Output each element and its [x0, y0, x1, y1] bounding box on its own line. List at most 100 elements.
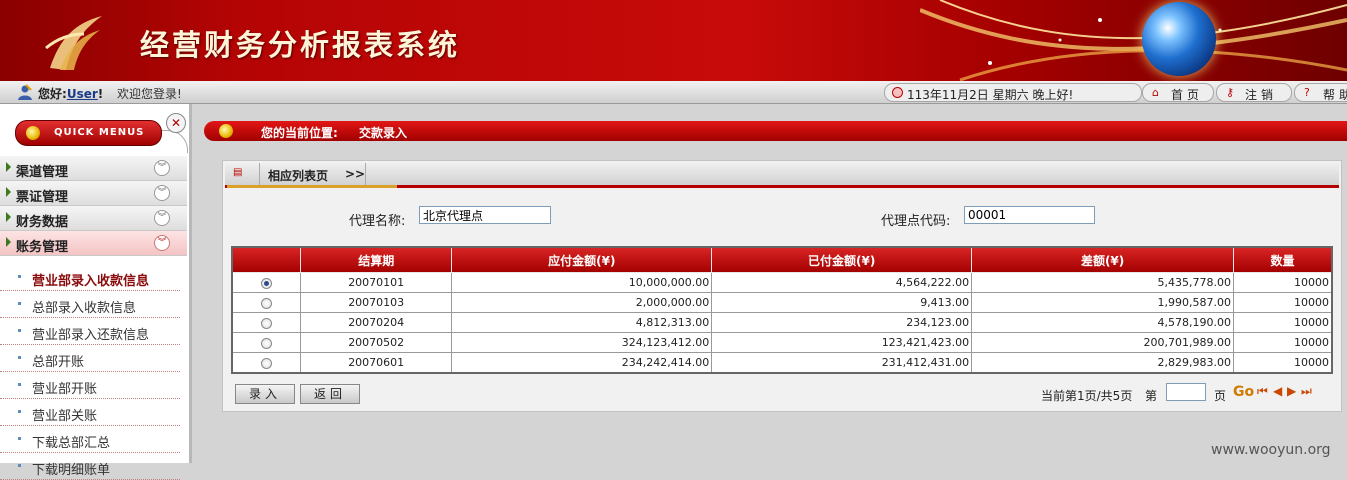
bullet-icon	[18, 329, 21, 332]
help-icon: ?	[1304, 86, 1310, 99]
table-row[interactable]: 20070101 10,000,000.00 4,564,222.00 5,43…	[231, 272, 1333, 293]
sidebar-item-branch-repayment[interactable]: 营业部录入还款信息	[0, 318, 180, 345]
sidebar-item-branch-receipt[interactable]: 营业部录入收款信息	[0, 264, 180, 291]
home-icon: ⌂	[1152, 86, 1159, 99]
cell-period: 20070101	[300, 272, 453, 293]
go-button[interactable]: Go	[1233, 384, 1254, 400]
bullet-icon	[18, 464, 21, 467]
cell-qty: 10000	[1233, 272, 1333, 293]
cell-qty: 10000	[1233, 352, 1333, 374]
agent-code-label: 代理点代码:	[881, 214, 951, 229]
logout-button[interactable]: ⚷ 注销	[1216, 83, 1292, 102]
col-payable: 应付金额(¥)	[451, 246, 713, 273]
cell-qty: 10000	[1233, 332, 1333, 353]
agent-code-field[interactable]	[964, 206, 1095, 224]
chevron-down-icon: ︾	[154, 185, 170, 201]
tab-list-page[interactable]: 相应列表页	[268, 167, 328, 184]
row-select[interactable]	[231, 352, 302, 374]
table-row[interactable]: 20070502 324,123,412.00 123,421,423.00 2…	[231, 332, 1333, 353]
col-period: 结算期	[300, 246, 453, 273]
agent-name-label: 代理名称:	[349, 214, 406, 229]
quick-menu-decoration	[160, 130, 188, 153]
cell-diff: 200,701,989.00	[971, 332, 1235, 353]
chevron-down-icon: ︾	[154, 235, 170, 251]
col-select	[231, 246, 302, 273]
cell-paid: 9,413.00	[711, 292, 973, 313]
cell-payable: 324,123,412.00	[451, 332, 713, 353]
row-select[interactable]	[231, 312, 302, 333]
table-row[interactable]: 20070204 4,812,313.00 234,123.00 4,578,1…	[231, 312, 1333, 333]
col-qty: 数量	[1233, 246, 1333, 273]
clock-icon	[892, 87, 903, 98]
menu-category-tickets[interactable]: 票证管理 ︾	[0, 181, 187, 206]
row-select[interactable]	[231, 332, 302, 353]
pager-prefix: 第	[1145, 389, 1158, 403]
agent-name-field[interactable]	[419, 206, 551, 224]
cell-paid: 4,564,222.00	[711, 272, 973, 293]
sidebar: QUICK MENUS ✕ 渠道管理 ︾ 票证管理 ︾ 财务数据 ︾ 账务管理 …	[0, 104, 192, 480]
pager-suffix: 页	[1214, 389, 1227, 403]
sidebar-item-branch-open[interactable]: 营业部开账	[0, 372, 180, 399]
header-banner: 经营财务分析报表系统	[0, 0, 1347, 81]
sidebar-item-branch-close[interactable]: 营业部关账	[0, 399, 180, 426]
home-button[interactable]: ⌂ 首页	[1142, 83, 1214, 102]
radio-selected[interactable]	[261, 277, 273, 289]
triangle-right-icon	[6, 162, 11, 172]
last-page-icon[interactable]: ⏭	[1301, 384, 1312, 399]
pager-status: 当前第1页/共5页	[1041, 389, 1133, 403]
cell-diff: 5,435,778.00	[971, 272, 1235, 293]
bullet-icon	[18, 275, 21, 278]
submit-button[interactable]: 录入	[235, 384, 295, 404]
sidebar-item-hq-receipt[interactable]: 总部录入收款信息	[0, 291, 180, 318]
sidebar-item-download-details[interactable]: 下载明细账单	[0, 453, 180, 480]
double-arrow-icon: >>	[345, 167, 366, 181]
cell-paid: 231,412,431.00	[711, 352, 973, 374]
quick-menus-button[interactable]: QUICK MENUS	[15, 120, 162, 146]
close-icon[interactable]: ✕	[166, 113, 186, 133]
tab-divider	[259, 163, 260, 185]
menu-category-channel[interactable]: 渠道管理 ︾	[0, 156, 187, 181]
sidebar-item-hq-open[interactable]: 总部开账	[0, 345, 180, 372]
cell-payable: 2,000,000.00	[451, 292, 713, 313]
cell-payable: 234,242,414.00	[451, 352, 713, 374]
radio-button[interactable]	[261, 297, 273, 309]
menu-category-finance-data[interactable]: 财务数据 ︾	[0, 206, 187, 231]
cell-qty: 10000	[1233, 312, 1333, 333]
chevron-down-icon: ︾	[154, 160, 170, 176]
user-link[interactable]: User	[67, 87, 98, 101]
col-paid: 已付金额(¥)	[711, 246, 973, 273]
prev-page-icon[interactable]: ◀	[1273, 384, 1282, 398]
table-row[interactable]: 20070103 2,000,000.00 9,413.00 1,990,587…	[231, 292, 1333, 313]
sidebar-item-download-hq-summary[interactable]: 下载总部汇总	[0, 426, 180, 453]
globe-icon	[1142, 2, 1216, 76]
page-number-input[interactable]	[1166, 383, 1206, 401]
first-page-icon[interactable]: ⏮	[1257, 384, 1268, 399]
triangle-right-icon	[6, 187, 11, 197]
cell-paid: 234,123.00	[711, 312, 973, 333]
main-content: 您的当前位置: 交款录入 ▤ 相应列表页 >> 代理名称: 代理点代码: 结算期…	[192, 104, 1347, 463]
bullet-icon	[18, 437, 21, 440]
tab-divider	[365, 163, 366, 185]
radio-button[interactable]	[261, 317, 273, 329]
list-icon: ▤	[233, 167, 243, 178]
radio-button[interactable]	[261, 357, 273, 369]
menu-category-accounts[interactable]: 账务管理 ︾	[0, 231, 187, 256]
settlement-table: 结算期 应付金额(¥) 已付金额(¥) 差额(¥) 数量 20070101 10…	[231, 246, 1333, 374]
row-select[interactable]	[231, 272, 302, 293]
table-row[interactable]: 20070601 234,242,414.00 231,412,431.00 2…	[231, 352, 1333, 374]
next-page-icon[interactable]: ▶	[1287, 384, 1296, 398]
back-button[interactable]: 返回	[300, 384, 360, 404]
row-select[interactable]	[231, 292, 302, 313]
cell-diff: 1,990,587.00	[971, 292, 1235, 313]
table-header-row: 结算期 应付金额(¥) 已付金额(¥) 差额(¥) 数量	[231, 246, 1333, 273]
tab-underline	[227, 185, 397, 188]
bullet-icon	[18, 356, 21, 359]
tab-bar: ▤ 相应列表页 >>	[225, 163, 1339, 188]
cell-qty: 10000	[1233, 292, 1333, 313]
help-button[interactable]: ? 帮助	[1294, 83, 1347, 102]
cell-paid: 123,421,423.00	[711, 332, 973, 353]
radio-button[interactable]	[261, 337, 273, 349]
content-panel: ▤ 相应列表页 >> 代理名称: 代理点代码: 结算期 应付金额(¥) 已付金额…	[222, 160, 1342, 412]
bullet-icon	[18, 302, 21, 305]
breadcrumb-current: 交款录入	[359, 126, 408, 140]
